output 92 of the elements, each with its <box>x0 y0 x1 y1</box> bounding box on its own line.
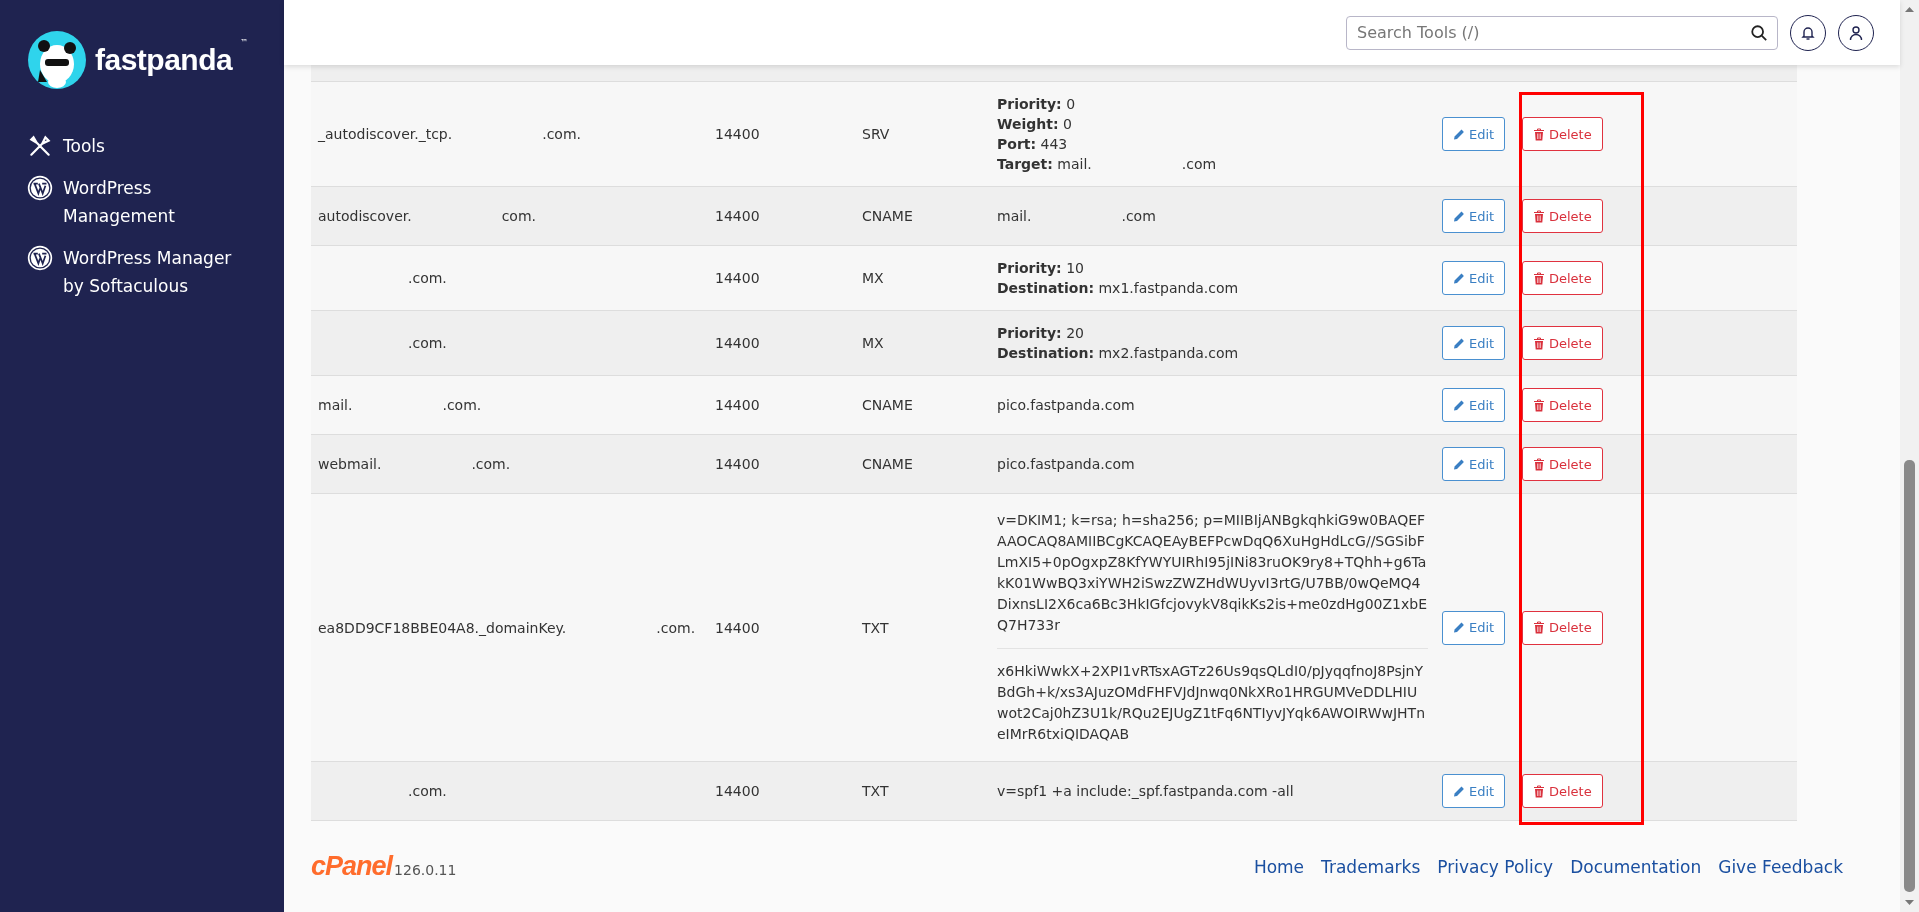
edit-button[interactable]: Edit <box>1442 388 1506 422</box>
record-value: Destination: mx2.fastpanda.com <box>997 344 1240 363</box>
record-value: pico.fastpanda.com <box>997 455 1136 474</box>
pencil-icon <box>1453 127 1465 141</box>
record-value: pico.fastpanda.com <box>997 396 1136 415</box>
pencil-icon <box>1453 336 1465 350</box>
record-value: v=spf1 +a include:_spf.fastpanda.com -all <box>997 782 1295 801</box>
record-type: TXT <box>862 619 889 636</box>
delete-button[interactable]: Delete <box>1522 774 1603 808</box>
record-name: mail. .com. <box>318 397 482 413</box>
footer-link[interactable]: Give Feedback <box>1718 856 1843 877</box>
delete-button[interactable]: Delete <box>1522 117 1603 151</box>
ttl: 14400 <box>715 619 760 636</box>
pencil-icon <box>1453 784 1465 798</box>
user-button[interactable] <box>1838 14 1874 51</box>
ttl: 14400 <box>715 397 760 413</box>
delete-button[interactable]: Delete <box>1522 388 1603 422</box>
trash-icon <box>1533 398 1545 412</box>
edit-button[interactable]: Edit <box>1442 610 1506 645</box>
panda-logo-icon <box>27 30 87 90</box>
record-type: TXT <box>862 783 889 799</box>
record-type: CNAME <box>862 208 913 224</box>
record-value: Weight: 0 <box>997 115 1073 134</box>
txt-value: v=DKIM1; k=rsa; h=sha256; p=MIIBIjANBgkqhkiG9w0BAQEFAAOCAQ8AMIIBCgKCAQEAyBEFPcwDqQ6XuHgHdLcG//SGSibFLmXI5+0pOgxpZ8KfYWYUIRhI95jINi83ruOK9ry8+TQhh+g6TakK01WwBQ3xiYWH2iSwzZWZHdWUyvI3rtG/U7BB/0wQeMQ4DixnsLI2X6ca6Bc3HkIGfcjovykV8qikKs2is+me0zdHg00Z1xbEQ7H733r <box>997 511 1428 635</box>
edit-button[interactable]: Edit <box>1442 326 1506 360</box>
record-name: ea8DD9CF18BBE04A8._domainKey. .com. <box>318 619 696 636</box>
delete-button[interactable]: Delete <box>1522 199 1603 233</box>
trash-icon <box>1533 457 1545 471</box>
record-type: CNAME <box>862 397 913 413</box>
bell-icon <box>1800 24 1816 41</box>
delete-button[interactable]: Delete <box>1522 447 1603 481</box>
brand-name: fastpanda <box>95 43 233 77</box>
record-value: Port: 443 <box>997 135 1069 154</box>
trash-icon <box>1533 784 1545 798</box>
record-value: Target: mail. .com <box>997 155 1218 174</box>
sidebar-item[interactable]: Tools <box>27 132 257 160</box>
sidebar-item[interactable]: WordPress Management <box>27 174 257 230</box>
trash-icon <box>1533 271 1545 285</box>
ttl: 14400 <box>715 270 760 286</box>
record-name: .com. <box>407 335 447 351</box>
record-name: .com. <box>407 270 447 286</box>
record-type: CNAME <box>862 456 913 472</box>
pencil-icon <box>1453 398 1465 412</box>
record-value: Priority: 20 <box>997 324 1085 343</box>
record-name: autodiscover. com. <box>318 208 537 224</box>
record-type: SRV <box>862 126 890 142</box>
user-icon <box>1848 24 1864 41</box>
record-name: _autodiscover._tcp. .com. <box>318 126 581 142</box>
version-text: 126.0.11 <box>394 862 457 878</box>
footer-link[interactable]: Documentation <box>1570 856 1702 877</box>
edit-button[interactable]: Edit <box>1442 199 1506 233</box>
trash-icon <box>1533 209 1545 223</box>
ttl: 14400 <box>715 208 760 224</box>
pencil-icon <box>1453 621 1465 634</box>
record-value: Priority: 10 <box>997 259 1085 278</box>
edit-button[interactable]: Edit <box>1442 117 1506 151</box>
pencil-icon <box>1453 209 1465 223</box>
footer-link[interactable]: Home <box>1253 856 1305 877</box>
wordpress-icon <box>27 175 53 201</box>
notifications-button[interactable] <box>1790 14 1826 51</box>
pencil-icon <box>1453 457 1465 471</box>
record-type: MX <box>862 335 884 351</box>
ttl: 14400 <box>715 335 760 351</box>
footer-link[interactable]: Trademarks <box>1321 856 1421 877</box>
delete-button[interactable]: Delete <box>1522 610 1603 645</box>
txt-value: x6HkiWwkX+2XPI1vRTsxAGTz26Us9qsQLdI0/pJyqqfnoJ8PsjnYBdGh+k/xs3AJuzOMdFHFVJdJnwq0NkXRo1HRGUMVeDDLHIUwot2Caj0hZ3U1k/RQu2EJUgZ1tFq6NTIyvJYqk6AWOIRWwJHTneIMrR6txiQIDAQAB <box>997 648 1428 749</box>
ttl: 14400 <box>715 126 760 142</box>
ttl: 14400 <box>715 783 760 799</box>
cpanel-logo: cPanel <box>311 851 393 882</box>
search-field[interactable]: Search Tools (/) <box>1346 15 1778 50</box>
record-type: MX <box>862 270 884 286</box>
record-value: mail. .com <box>997 207 1157 226</box>
record-name: webmail. .com. <box>318 456 511 472</box>
wordpress-icon <box>27 245 53 271</box>
trademark: ™ <box>240 38 249 47</box>
pencil-icon <box>1453 271 1465 285</box>
delete-button[interactable]: Delete <box>1522 326 1603 360</box>
record-value: Destination: mx1.fastpanda.com <box>997 279 1240 298</box>
tools-icon <box>27 133 53 159</box>
edit-button[interactable]: Edit <box>1442 447 1506 481</box>
trash-icon <box>1533 336 1545 350</box>
sidebar-item[interactable]: WordPress Manager by Softaculous <box>27 244 257 300</box>
trash-icon <box>1533 621 1545 634</box>
edit-button[interactable]: Edit <box>1442 774 1506 808</box>
trash-icon <box>1533 127 1545 141</box>
delete-button[interactable]: Delete <box>1522 261 1603 295</box>
search-icon <box>1750 23 1768 42</box>
footer-link[interactable]: Privacy Policy <box>1437 856 1554 877</box>
ttl: 14400 <box>715 456 760 472</box>
edit-button[interactable]: Edit <box>1442 261 1506 295</box>
record-value: Priority: 0 <box>997 95 1077 114</box>
record-name: .com. <box>407 783 447 799</box>
